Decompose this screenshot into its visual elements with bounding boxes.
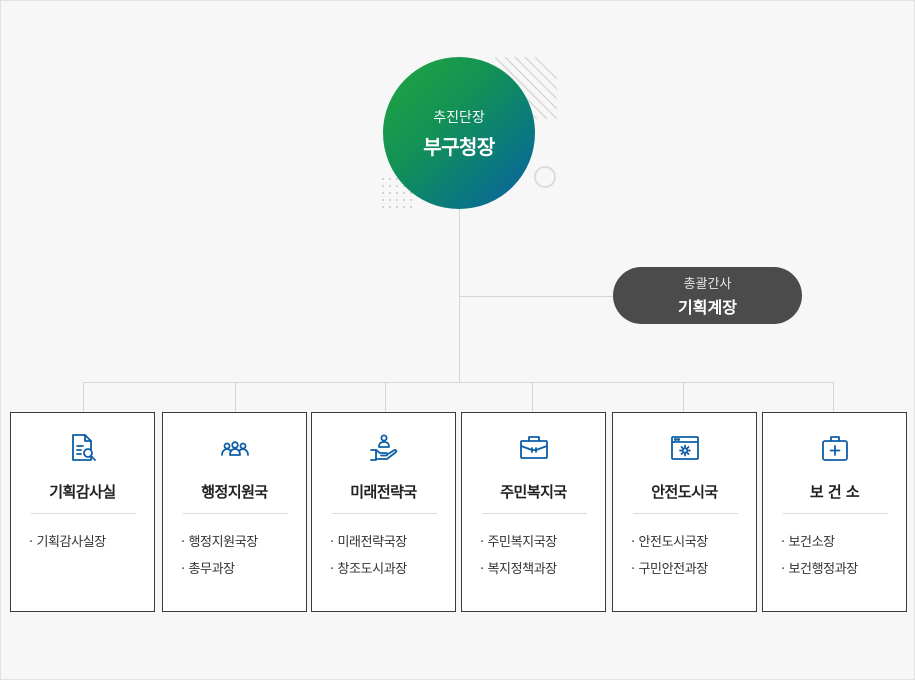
briefcase-icon [462, 433, 605, 463]
department-members: · 주민복지국장 · 복지정책과장 [480, 529, 557, 583]
list-item: · 구민안전과장 [631, 562, 708, 577]
list-item: · 보건소장 [781, 535, 835, 550]
department-box: 안전도시국 · 안전도시국장 · 구민안전과장 [612, 412, 757, 612]
list-item: · 창조도시과장 [330, 562, 407, 577]
department-members: · 안전도시국장 · 구민안전과장 [631, 529, 708, 583]
connector-head-trunk [459, 207, 460, 383]
department-title: 기획감사실 [49, 483, 116, 501]
divider [31, 513, 136, 514]
browser-gear-icon [613, 433, 756, 463]
head-node: 추진단장 부구청장 [383, 57, 535, 209]
connector-drop-1 [83, 382, 84, 413]
connector-drop-2 [235, 382, 236, 413]
divider [183, 513, 288, 514]
advisor-subtitle: 총괄간사 [683, 277, 732, 292]
hand-person-icon [312, 433, 455, 463]
department-title: 안전도시국 [651, 483, 718, 501]
connector-drop-5 [683, 382, 684, 413]
department-members: · 행정지원국장 · 총무과장 [181, 529, 258, 583]
connector-advisor-branch [459, 296, 614, 297]
first-aid-kit-icon [763, 433, 906, 463]
department-title: 보 건 소 [809, 483, 860, 501]
list-item: · 기획감사실장 [29, 535, 106, 550]
document-search-icon [11, 433, 154, 463]
list-item: · 주민복지국장 [480, 535, 557, 550]
list-item: · 행정지원국장 [181, 535, 258, 550]
connector-drop-4 [532, 382, 533, 413]
department-members: · 기획감사실장 [29, 529, 106, 556]
list-item: · 보건행정과장 [781, 562, 858, 577]
department-box: 기획감사실 · 기획감사실장 [10, 412, 155, 612]
department-box: 행정지원국 · 행정지원국장 · 총무과장 [162, 412, 307, 612]
divider [633, 513, 738, 514]
head-title: 부구청장 [423, 134, 495, 159]
department-members: · 보건소장 · 보건행정과장 [781, 529, 858, 583]
connector-drop-6 [833, 382, 834, 413]
ring-decoration [534, 166, 556, 188]
department-box: 보 건 소 · 보건소장 · 보건행정과장 [762, 412, 907, 612]
connector-drop-3 [385, 382, 386, 413]
department-box: 주민복지국 · 주민복지국장 · 복지정책과장 [461, 412, 606, 612]
department-title: 행정지원국 [201, 483, 268, 501]
list-item: · 안전도시국장 [631, 535, 708, 550]
department-title: 주민복지국 [500, 483, 567, 501]
org-chart: 추진단장 부구청장 총괄간사 기획계장 기획감사실 · 기획감사실장 행정지원국… [1, 1, 915, 680]
head-subtitle: 추진단장 [433, 109, 485, 126]
list-item: · 복지정책과장 [480, 562, 557, 577]
advisor-title: 기획계장 [678, 298, 737, 317]
department-box: 미래전략국 · 미래전략국장 · 창조도시과장 [311, 412, 456, 612]
divider [783, 513, 888, 514]
people-group-icon [163, 433, 306, 463]
department-title: 미래전략국 [350, 483, 417, 501]
divider [332, 513, 437, 514]
divider [482, 513, 587, 514]
advisor-node: 총괄간사 기획계장 [613, 267, 802, 324]
list-item: · 총무과장 [181, 562, 235, 577]
department-members: · 미래전략국장 · 창조도시과장 [330, 529, 407, 583]
connector-departments-bar [83, 382, 834, 383]
list-item: · 미래전략국장 [330, 535, 407, 550]
